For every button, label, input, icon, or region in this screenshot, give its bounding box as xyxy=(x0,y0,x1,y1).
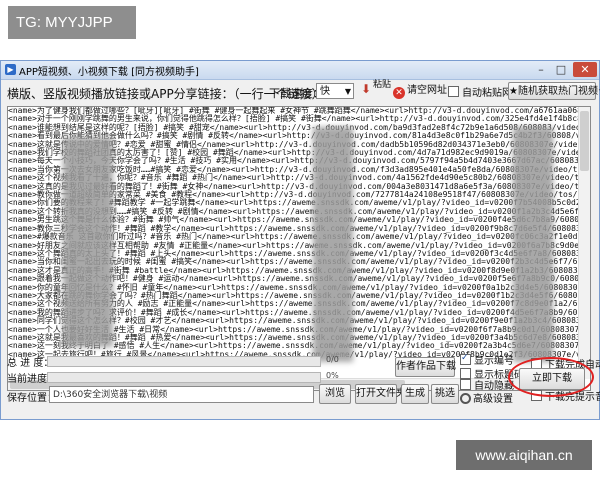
finish-sound-checkbox[interactable]: 下载完提示音 xyxy=(531,390,600,404)
random-hot-video-button[interactable]: ★随机获取热门视频★ xyxy=(508,82,600,100)
open-folder-button[interactable]: 打开文件夹 xyxy=(355,384,406,404)
auto-paste-box xyxy=(448,86,459,97)
speed-value: 快 xyxy=(320,86,330,97)
current-progress-bar xyxy=(47,372,321,383)
chevron-down-icon: ▼ xyxy=(344,87,351,96)
watermark-top: TG: MYYJJPP xyxy=(8,6,136,39)
total-progress-text: 0/0 xyxy=(326,355,339,364)
minimize-button[interactable]: – xyxy=(531,62,551,77)
links-textarea[interactable]: <name>为了健身我们都做过哪些？[呲牙][呲牙] #街舞 #健身一起舞起来 … xyxy=(7,106,591,391)
redaction-blur xyxy=(513,127,553,362)
current-progress-text: 0% xyxy=(326,371,339,380)
paste-arrow-icon: ⬇ xyxy=(361,82,372,96)
window-title: APP短视频、小视频下载 [同方视频助手] xyxy=(19,67,199,78)
save-path-input[interactable]: D:\360安全浏览器下载\视频 xyxy=(49,386,314,403)
watermark-bottom: www.aiqihan.cn xyxy=(456,440,592,470)
title-bar[interactable]: ▶ APP短视频、小视频下载 [同方视频助手] – □ ✕ xyxy=(1,61,599,80)
show-number-checkbox[interactable]: 显示编号 xyxy=(460,352,514,368)
total-progress-bar xyxy=(47,356,321,367)
show-title-box xyxy=(460,368,471,379)
browse-button[interactable]: 浏览 xyxy=(319,384,351,404)
close-button[interactable]: ✕ xyxy=(573,62,597,77)
advanced-settings-button[interactable]: 高级设置 xyxy=(460,393,513,406)
show-number-box xyxy=(460,352,471,365)
author-works-download-button[interactable]: 作者作品下载 xyxy=(395,357,456,377)
finish-sound-box xyxy=(531,390,542,401)
finish-sound-label: 下载完提示音 xyxy=(545,392,600,403)
auto-hide-box xyxy=(460,379,471,390)
toolbar: 横版、竖版视频播放链接或APP分享链接：（一行一个链接） 下载速度： 快 ▼ ⬇… xyxy=(1,80,600,104)
pick-button[interactable]: 挑选 xyxy=(431,384,459,404)
app-window: ▶ APP短视频、小视频下载 [同方视频助手] – □ ✕ 横版、竖版视频播放链… xyxy=(0,60,600,420)
speed-select[interactable]: 快 ▼ xyxy=(316,83,354,99)
maximize-button[interactable]: □ xyxy=(551,62,571,77)
paste-label: 粘贴 xyxy=(373,80,392,90)
gear-icon xyxy=(460,393,471,404)
app-icon: ▶ xyxy=(5,64,16,75)
scroll-thumb[interactable] xyxy=(580,111,589,171)
clear-urls-button[interactable]: ✕ 请空网址 xyxy=(393,83,447,99)
clear-urls-label: 请空网址 xyxy=(407,85,447,96)
show-number-label: 显示编号 xyxy=(474,356,514,367)
auto-hide-checkbox[interactable]: 自动隐藏 xyxy=(460,379,514,393)
advanced-settings-label: 高级设置 xyxy=(473,394,513,405)
vertical-scrollbar[interactable] xyxy=(578,107,590,379)
redaction-blur xyxy=(63,137,113,347)
auto-hide-label: 自动隐藏 xyxy=(474,381,514,392)
generate-button[interactable]: 生成 xyxy=(401,384,429,404)
clear-icon: ✕ xyxy=(393,87,405,99)
download-now-button[interactable]: 立即下载 xyxy=(519,368,585,390)
paste-button[interactable]: ⬇ 粘贴 xyxy=(361,80,393,102)
redaction-blur xyxy=(313,127,353,362)
